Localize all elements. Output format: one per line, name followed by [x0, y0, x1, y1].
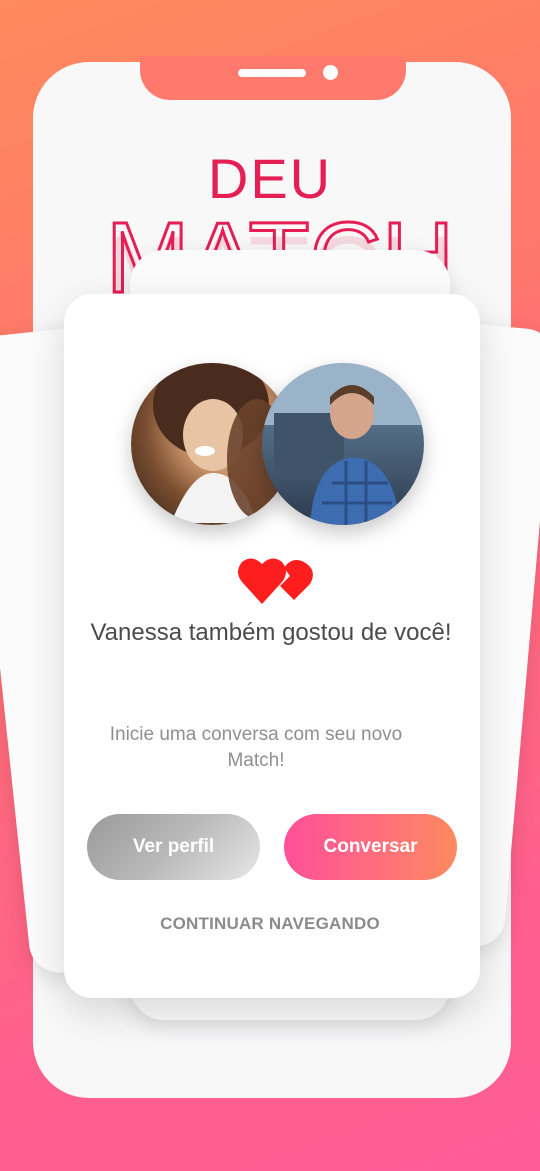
match-subtitle: Inicie uma conversa com seu novo Match! [109, 724, 403, 771]
match-message: Vanessa também gostou de você! [90, 619, 452, 646]
continue-browsing-link[interactable]: CONTINUAR NAVEGANDO [0, 914, 540, 934]
notch-camera [323, 65, 338, 80]
ver-perfil-button[interactable]: Ver perfil [87, 814, 260, 880]
conversar-button[interactable]: Conversar [284, 814, 457, 880]
man-photo-icon [262, 363, 424, 525]
phone-notch [140, 56, 406, 100]
hearts-icon [238, 558, 313, 604]
avatar-him[interactable] [262, 363, 424, 525]
notch-speaker [238, 69, 306, 77]
